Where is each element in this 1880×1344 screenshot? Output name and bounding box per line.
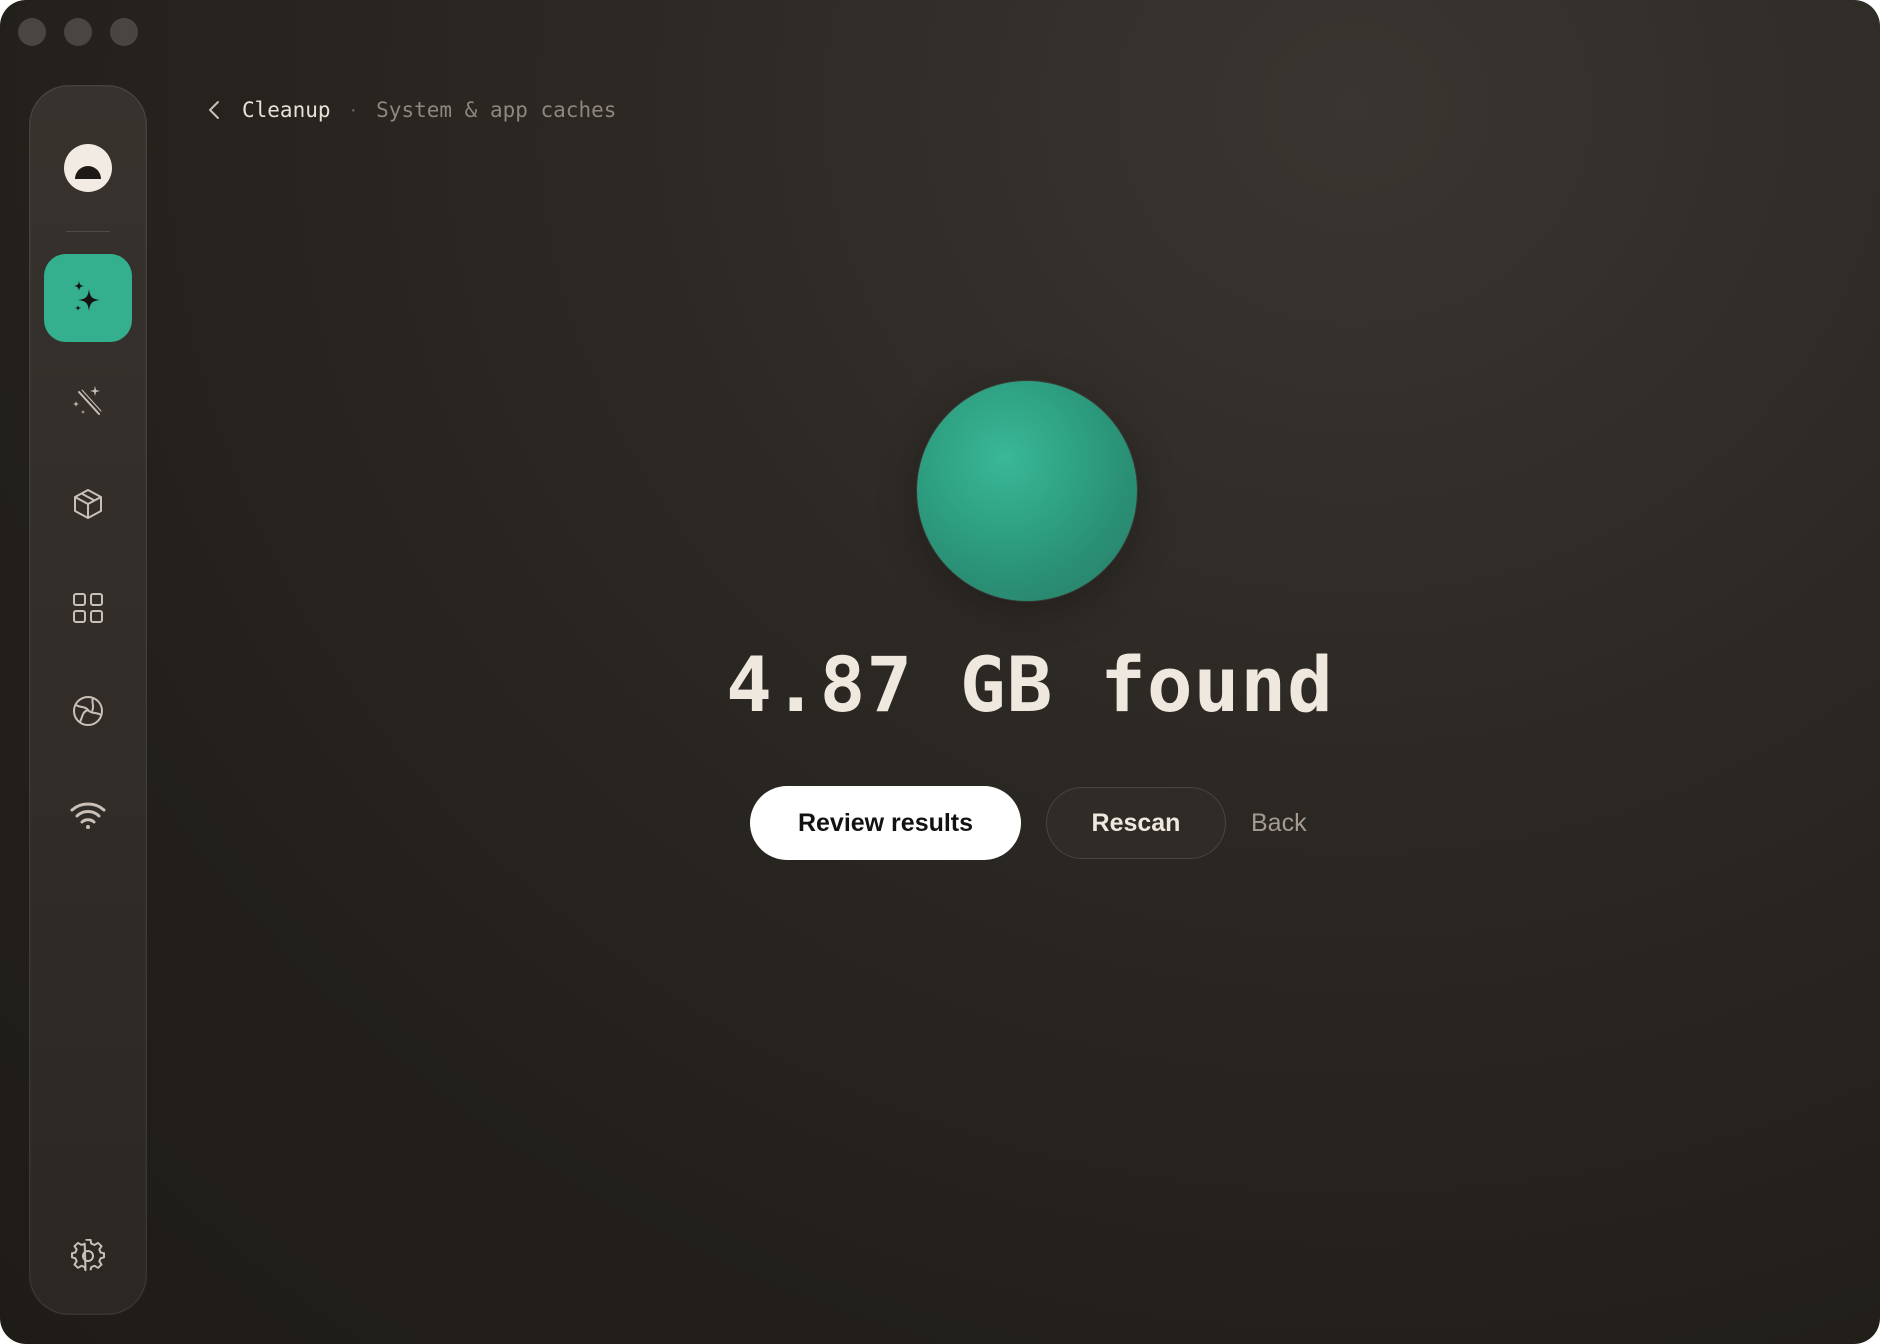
result-heading: 4.87 GB found [726, 640, 1334, 729]
sidebar-item-internet[interactable] [44, 667, 132, 755]
app-logo[interactable] [64, 144, 112, 192]
gear-icon [71, 1239, 105, 1273]
breadcrumb-separator: · [348, 100, 359, 120]
sidebar-item-applications[interactable] [44, 460, 132, 548]
sparkles-icon [71, 279, 105, 317]
wifi-icon [69, 799, 107, 831]
zoom-window-button[interactable] [110, 18, 138, 46]
breadcrumb-current[interactable]: Cleanup [242, 98, 331, 122]
magic-wand-icon [71, 384, 105, 418]
app-window: Cleanup · System & app caches 4.87 GB fo… [0, 0, 1880, 1344]
sidebar [29, 85, 147, 1315]
traffic-lights [18, 18, 138, 46]
sidebar-divider [66, 231, 110, 232]
breadcrumb-sub: System & app caches [376, 98, 617, 122]
sidebar-item-cleanup[interactable] [44, 357, 132, 445]
minimize-window-button[interactable] [64, 18, 92, 46]
grid-icon [72, 592, 104, 624]
sidebar-item-widgets[interactable] [44, 564, 132, 652]
back-link[interactable]: Back [1251, 809, 1307, 838]
breadcrumb: Cleanup · System & app caches [208, 98, 616, 122]
chevron-left-icon[interactable] [208, 100, 220, 120]
close-window-button[interactable] [18, 18, 46, 46]
sidebar-item-network[interactable] [44, 771, 132, 859]
action-bar: Review results Rescan Back [750, 786, 1307, 860]
scan-orb [917, 381, 1137, 601]
review-results-button[interactable]: Review results [750, 786, 1021, 860]
package-icon [71, 487, 105, 521]
sidebar-item-settings[interactable] [44, 1212, 132, 1300]
globe-icon [71, 694, 105, 728]
sidebar-item-smart-scan[interactable] [44, 254, 132, 342]
rescan-button[interactable]: Rescan [1046, 787, 1226, 859]
